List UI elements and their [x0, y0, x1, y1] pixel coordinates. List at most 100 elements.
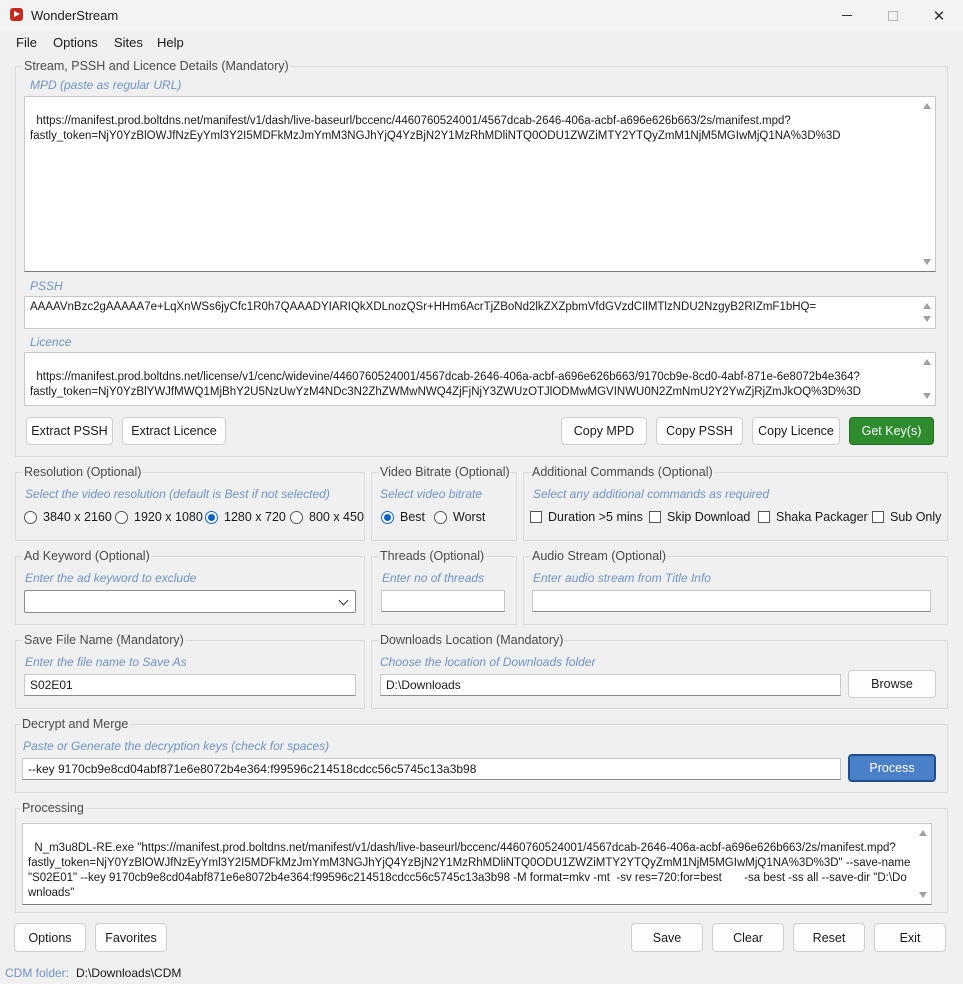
- bitrate-hint: Select video bitrate: [380, 487, 483, 501]
- checkbox-label: Shaka Packager: [776, 510, 868, 524]
- radio-circle-icon: [290, 510, 303, 524]
- options-button[interactable]: Options: [14, 923, 86, 952]
- pssh-textarea[interactable]: AAAAVnBzc2gAAAAA7e+LqXnWSs6jyCfc1R0h7QAA…: [24, 296, 936, 329]
- close-button[interactable]: ✕: [916, 0, 962, 31]
- additional-commands-title: Additional Commands (Optional): [531, 465, 714, 479]
- audio-stream-input[interactable]: [532, 590, 931, 612]
- radio-1920[interactable]: 1920 x 1080: [115, 510, 203, 524]
- decrypt-merge-title: Decrypt and Merge: [21, 717, 130, 731]
- processing-scrollbar[interactable]: [917, 826, 929, 902]
- radio-circle-icon: [434, 510, 447, 524]
- audio-stream-hint: Enter audio stream from Title Info: [533, 571, 711, 585]
- scroll-down-icon: [919, 892, 927, 898]
- copy-mpd-button[interactable]: Copy MPD: [561, 417, 647, 445]
- radio-worst[interactable]: Worst: [434, 510, 485, 524]
- close-icon: ✕: [932, 7, 946, 25]
- resolution-title: Resolution (Optional): [23, 465, 143, 479]
- mpd-value: https://manifest.prod.boltdns.net/manife…: [30, 115, 841, 142]
- menu-sites[interactable]: Sites: [114, 35, 143, 50]
- get-keys-button[interactable]: Get Key(s): [849, 417, 934, 445]
- stream-details-title: Stream, PSSH and Licence Details (Mandat…: [23, 59, 290, 73]
- maximize-icon: [888, 10, 898, 21]
- processing-output[interactable]: N_m3u8DL-RE.exe "https://manifest.prod.b…: [22, 823, 932, 905]
- copy-licence-button[interactable]: Copy Licence: [752, 417, 840, 445]
- window-title: WonderStream: [31, 8, 119, 23]
- maximize-button[interactable]: [870, 0, 916, 31]
- checkbox-duration[interactable]: Duration >5 mins: [530, 510, 643, 524]
- scroll-up-icon: [923, 103, 931, 109]
- menu-help[interactable]: Help: [157, 35, 184, 50]
- checkbox-label: Skip Download: [667, 510, 751, 524]
- radio-label: 800 x 450: [309, 510, 364, 524]
- radio-label: 1920 x 1080: [134, 510, 203, 524]
- radio-circle-icon: [24, 510, 37, 524]
- ad-keyword-hint: Enter the ad keyword to exclude: [25, 571, 197, 585]
- minimize-button[interactable]: [824, 0, 870, 31]
- menu-file[interactable]: File: [16, 35, 37, 50]
- decrypt-merge-hint: Paste or Generate the decryption keys (c…: [23, 739, 330, 753]
- additional-commands-hint: Select any additional commands as requir…: [533, 487, 770, 501]
- licence-textarea[interactable]: https://manifest.prod.boltdns.net/licens…: [24, 352, 936, 406]
- checkbox-icon: [530, 511, 542, 523]
- resolution-group: [15, 472, 365, 541]
- pssh-hint: PSSH: [30, 279, 63, 293]
- resolution-hint: Select the video resolution (default is …: [25, 487, 330, 501]
- app-logo-icon: [10, 8, 23, 21]
- threads-hint: Enter no of threads: [382, 571, 485, 585]
- extract-licence-button[interactable]: Extract Licence: [122, 417, 226, 445]
- mpd-textarea[interactable]: https://manifest.prod.boltdns.net/manife…: [24, 96, 936, 272]
- radio-circle-icon: [115, 510, 128, 524]
- copy-pssh-button[interactable]: Copy PSSH: [656, 417, 743, 445]
- additional-commands-group: [523, 472, 948, 541]
- bitrate-title: Video Bitrate (Optional): [379, 465, 511, 479]
- radio-3840[interactable]: 3840 x 2160: [24, 510, 112, 524]
- menu-options[interactable]: Options: [53, 35, 98, 50]
- downloads-location-input[interactable]: D:\Downloads: [380, 674, 841, 696]
- radio-label: Worst: [453, 510, 486, 524]
- licence-hint: Licence: [30, 335, 72, 349]
- ad-keyword-title: Ad Keyword (Optional): [23, 549, 151, 563]
- save-button[interactable]: Save: [631, 923, 703, 952]
- chevron-down-icon: [338, 595, 349, 606]
- checkbox-icon: [872, 511, 884, 523]
- radio-selected-icon: [381, 510, 394, 524]
- scroll-down-icon: [923, 259, 931, 265]
- process-button[interactable]: Process: [848, 754, 936, 782]
- licence-scrollbar[interactable]: [921, 355, 933, 403]
- save-file-name-input[interactable]: S02E01: [24, 674, 356, 696]
- clear-button[interactable]: Clear: [712, 923, 784, 952]
- mpd-hint: MPD (paste as regular URL): [30, 78, 182, 92]
- checkbox-label: Sub Only: [890, 510, 942, 524]
- processing-command: N_m3u8DL-RE.exe "https://manifest.prod.b…: [28, 842, 911, 899]
- threads-input[interactable]: [381, 590, 505, 612]
- cdm-folder-path: D:\Downloads\CDM: [76, 966, 182, 980]
- browse-button[interactable]: Browse: [848, 670, 936, 698]
- scroll-up-icon: [919, 830, 927, 836]
- exit-button[interactable]: Exit: [874, 923, 946, 952]
- favorites-button[interactable]: Favorites: [95, 923, 167, 952]
- checkbox-skip-download[interactable]: Skip Download: [649, 510, 750, 524]
- radio-800[interactable]: 800 x 450: [290, 510, 364, 524]
- minimize-icon: [842, 15, 852, 16]
- reset-button[interactable]: Reset: [793, 923, 865, 952]
- radio-label: 1280 x 720: [224, 510, 286, 524]
- decryption-keys-input[interactable]: --key 9170cb9e8cd04abf871e6e8072b4e364:f…: [22, 758, 841, 780]
- checkbox-shaka[interactable]: Shaka Packager: [758, 510, 868, 524]
- radio-label: Best: [400, 510, 426, 524]
- checkbox-label: Duration >5 mins: [548, 510, 643, 524]
- radio-best[interactable]: Best: [381, 510, 425, 524]
- audio-stream-title: Audio Stream (Optional): [531, 549, 668, 563]
- ad-keyword-combo[interactable]: [24, 590, 356, 613]
- threads-title: Threads (Optional): [379, 549, 486, 563]
- pssh-value: AAAAVnBzc2gAAAAA7e+LqXnWSs6jyCfc1R0h7QAA…: [30, 301, 817, 313]
- radio-1280[interactable]: 1280 x 720: [205, 510, 286, 524]
- pssh-scrollbar[interactable]: [921, 299, 933, 326]
- extract-pssh-button[interactable]: Extract PSSH: [26, 417, 113, 445]
- downloads-location-hint: Choose the location of Downloads folder: [380, 655, 596, 669]
- scroll-up-icon: [923, 359, 931, 365]
- processing-title: Processing: [21, 801, 85, 815]
- menu-bar: File Options Sites Help: [0, 31, 963, 55]
- checkbox-sub-only[interactable]: Sub Only: [872, 510, 941, 524]
- save-file-name-hint: Enter the file name to Save As: [25, 655, 187, 669]
- mpd-scrollbar[interactable]: [921, 99, 933, 269]
